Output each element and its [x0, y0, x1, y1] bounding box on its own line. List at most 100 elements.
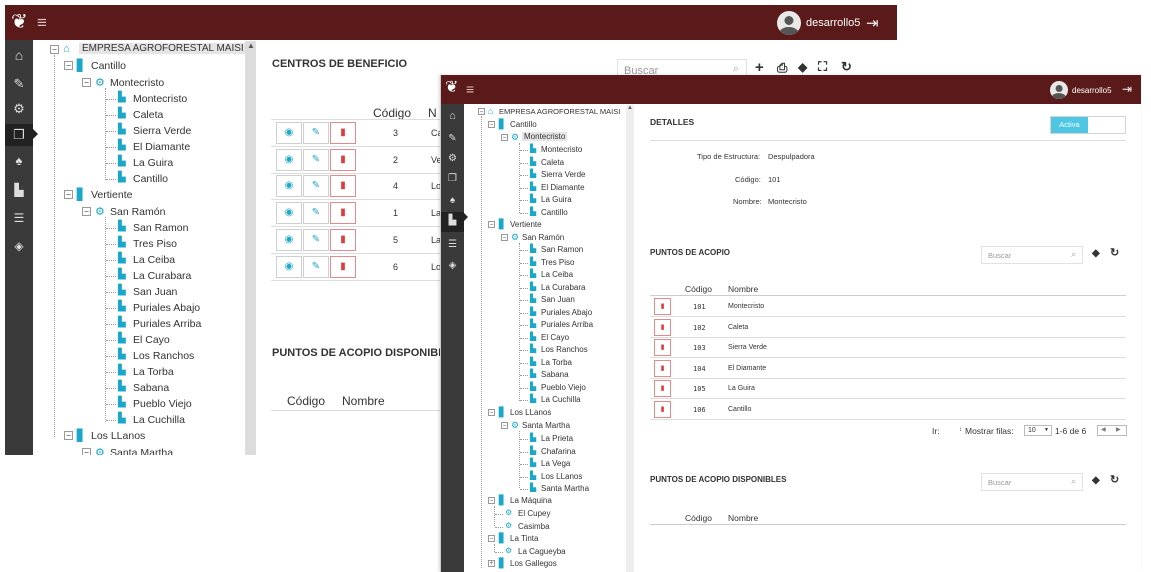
collapse-toggle[interactable]: −	[488, 121, 495, 128]
delete-icon[interactable]: ▮	[654, 380, 671, 398]
tree-node-leaf[interactable]: Cantillo	[541, 208, 568, 217]
tree-node-leaf[interactable]: La Torba	[541, 358, 572, 367]
tree-node-leaf[interactable]: Puriales Abajo	[133, 302, 200, 314]
factory-icon[interactable]: ▙	[441, 212, 464, 232]
tree-node-leaf[interactable]: La Vega	[541, 459, 570, 468]
tree-node-leaf[interactable]: Casimba	[518, 522, 550, 531]
tree-node-leaf[interactable]: Los Ranchos	[133, 350, 194, 362]
refresh-icon[interactable]: ↻	[1110, 475, 1119, 486]
eye-icon[interactable]: ◉	[276, 175, 302, 198]
tree-scrollbar[interactable]: ▲	[626, 105, 634, 572]
tree-node-la-maquina[interactable]: La Máquina	[510, 496, 552, 505]
delete-icon[interactable]: ▮	[654, 359, 671, 377]
collapse-toggle[interactable]: −	[64, 61, 73, 70]
tree-node-leaf[interactable]: La Ceiba	[133, 254, 175, 266]
tree-node-leaf[interactable]: San Juan	[541, 295, 575, 304]
activa-toggle[interactable]: Activa	[1050, 116, 1126, 134]
tree-node-leaf[interactable]: La Cuchilla	[133, 414, 185, 426]
layers-icon[interactable]: ◈	[441, 261, 464, 271]
logout-icon[interactable]: ⇥	[866, 14, 879, 32]
tree-node-san-ramon[interactable]: San Ramón	[110, 206, 165, 218]
tree-icon[interactable]: ♠	[5, 154, 33, 167]
tree-node-leaf[interactable]: Tres Piso	[541, 258, 575, 267]
refresh-icon[interactable]: ↻	[841, 60, 852, 73]
tree-node-leaf[interactable]: Montecristo	[541, 145, 582, 154]
delete-icon[interactable]: ▮	[330, 148, 356, 171]
tree-node-la-tinta[interactable]: La Tinta	[510, 534, 538, 543]
tree-node-leaf[interactable]: Caleta	[541, 158, 564, 167]
eye-icon[interactable]: ◉	[276, 148, 302, 171]
tree-node-leaf[interactable]: El Cayo	[133, 334, 170, 346]
menu-icon[interactable]: ≡	[466, 82, 474, 96]
logout-icon[interactable]: ⇥	[1122, 82, 1132, 96]
tree-node-leaf[interactable]: El Diamante	[541, 183, 585, 192]
home-icon[interactable]: ⌂	[5, 48, 33, 62]
tree-node-santa-martha[interactable]: Santa Martha	[110, 447, 173, 455]
tree-scrollbar[interactable]: ▲	[245, 41, 256, 455]
collapse-toggle[interactable]: −	[488, 497, 495, 504]
tree-icon[interactable]: ♠	[441, 196, 464, 206]
eye-icon[interactable]: ◉	[276, 255, 302, 278]
wrench-icon[interactable]: ✎	[5, 77, 33, 90]
storage-icon[interactable]: ☰	[5, 212, 33, 224]
tree-node-leaf[interactable]: La Curabara	[541, 283, 585, 292]
eraser-icon[interactable]: ◆	[798, 61, 807, 73]
tree-node-leaf[interactable]: Pueblo Viejo	[133, 398, 192, 410]
tree-node-leaf[interactable]: Montecristo	[133, 93, 187, 105]
delete-icon[interactable]: ▮	[654, 298, 671, 315]
tree-node-montecristo[interactable]: Montecristo	[522, 132, 568, 141]
tree-node-vertiente[interactable]: Vertiente	[510, 220, 542, 229]
rows-per-page-select[interactable]: 10 ▼	[1024, 425, 1052, 436]
delete-icon[interactable]: ▮	[330, 202, 356, 225]
tree-node-leaf[interactable]: Caleta	[133, 109, 163, 121]
tree-node-los-llanos[interactable]: Los LLanos	[91, 430, 145, 442]
tree-node-leaf[interactable]: San Ramon	[541, 245, 583, 254]
eraser-icon[interactable]: ◆	[1092, 249, 1100, 259]
tree-node-leaf[interactable]: Pueblo Viejo	[541, 383, 586, 392]
collapse-toggle[interactable]: −	[64, 190, 73, 199]
eye-icon[interactable]: ◉	[276, 202, 302, 225]
edit-icon[interactable]: ✎	[303, 255, 329, 278]
menu-icon[interactable]: ≡	[37, 14, 47, 31]
tree-node-leaf[interactable]: Puriales Arriba	[541, 320, 593, 329]
collapse-toggle[interactable]: −	[82, 207, 91, 216]
tree-node-santa-martha[interactable]: Santa Martha	[522, 421, 570, 430]
collapse-toggle[interactable]: −	[501, 422, 508, 429]
tree-node-root[interactable]: EMPRESA AGROFORESTAL MAISI	[79, 43, 245, 54]
tree-node-leaf[interactable]: San Ramon	[133, 222, 188, 234]
settings-icon[interactable]: ⚙	[5, 102, 33, 115]
tree-node-root[interactable]: EMPRESA AGROFORESTAL MAISI	[499, 107, 620, 116]
wrench-icon[interactable]: ✎	[441, 134, 464, 144]
factory-icon[interactable]: ▙	[5, 184, 33, 196]
edit-icon[interactable]: ✎	[303, 122, 329, 144]
settings-icon[interactable]: ⚙	[441, 154, 464, 164]
edit-icon[interactable]: ✎	[303, 202, 329, 225]
edit-icon[interactable]: ✎	[303, 148, 329, 171]
tree-node-leaf[interactable]: Los LLanos	[541, 472, 582, 481]
pagination-buttons[interactable]: ◀ ▶	[1097, 425, 1127, 436]
home-icon[interactable]: ⌂	[441, 111, 464, 122]
collapse-toggle[interactable]: −	[82, 78, 91, 87]
delete-icon[interactable]: ▮	[330, 175, 356, 198]
tree-node-san-ramon[interactable]: San Ramón	[522, 233, 564, 242]
tree-node-cantillo[interactable]: Cantillo	[510, 120, 537, 129]
documents-icon[interactable]: ❐	[441, 174, 464, 184]
tree-node-leaf[interactable]: Chafarina	[541, 447, 576, 456]
eye-icon[interactable]: ◉	[276, 228, 302, 251]
tree-node-leaf[interactable]: El Diamante	[133, 141, 190, 153]
tree-node-leaf[interactable]: Puriales Arriba	[133, 318, 201, 330]
tree-node-leaf[interactable]: La Curabara	[133, 270, 191, 282]
user-menu[interactable]: desarrollo5	[777, 11, 860, 35]
disponibles-search-input[interactable]: Buscar	[981, 473, 1083, 491]
tree-node-leaf[interactable]: El Cupey	[518, 509, 550, 518]
eye-icon[interactable]: ◉	[276, 122, 302, 144]
add-icon[interactable]: +	[755, 60, 764, 75]
ir-input[interactable]: ↕	[959, 427, 962, 433]
scroll-up-icon[interactable]: ▲	[627, 105, 633, 111]
storage-icon[interactable]: ☰	[441, 240, 464, 250]
delete-icon[interactable]: ▮	[330, 228, 356, 251]
delete-icon[interactable]: ▮	[330, 255, 356, 278]
tree-node-leaf[interactable]: Sierra Verde	[541, 170, 585, 179]
tree-node-leaf[interactable]: Cantillo	[133, 173, 168, 185]
scroll-up-icon[interactable]: ▲	[247, 41, 255, 50]
